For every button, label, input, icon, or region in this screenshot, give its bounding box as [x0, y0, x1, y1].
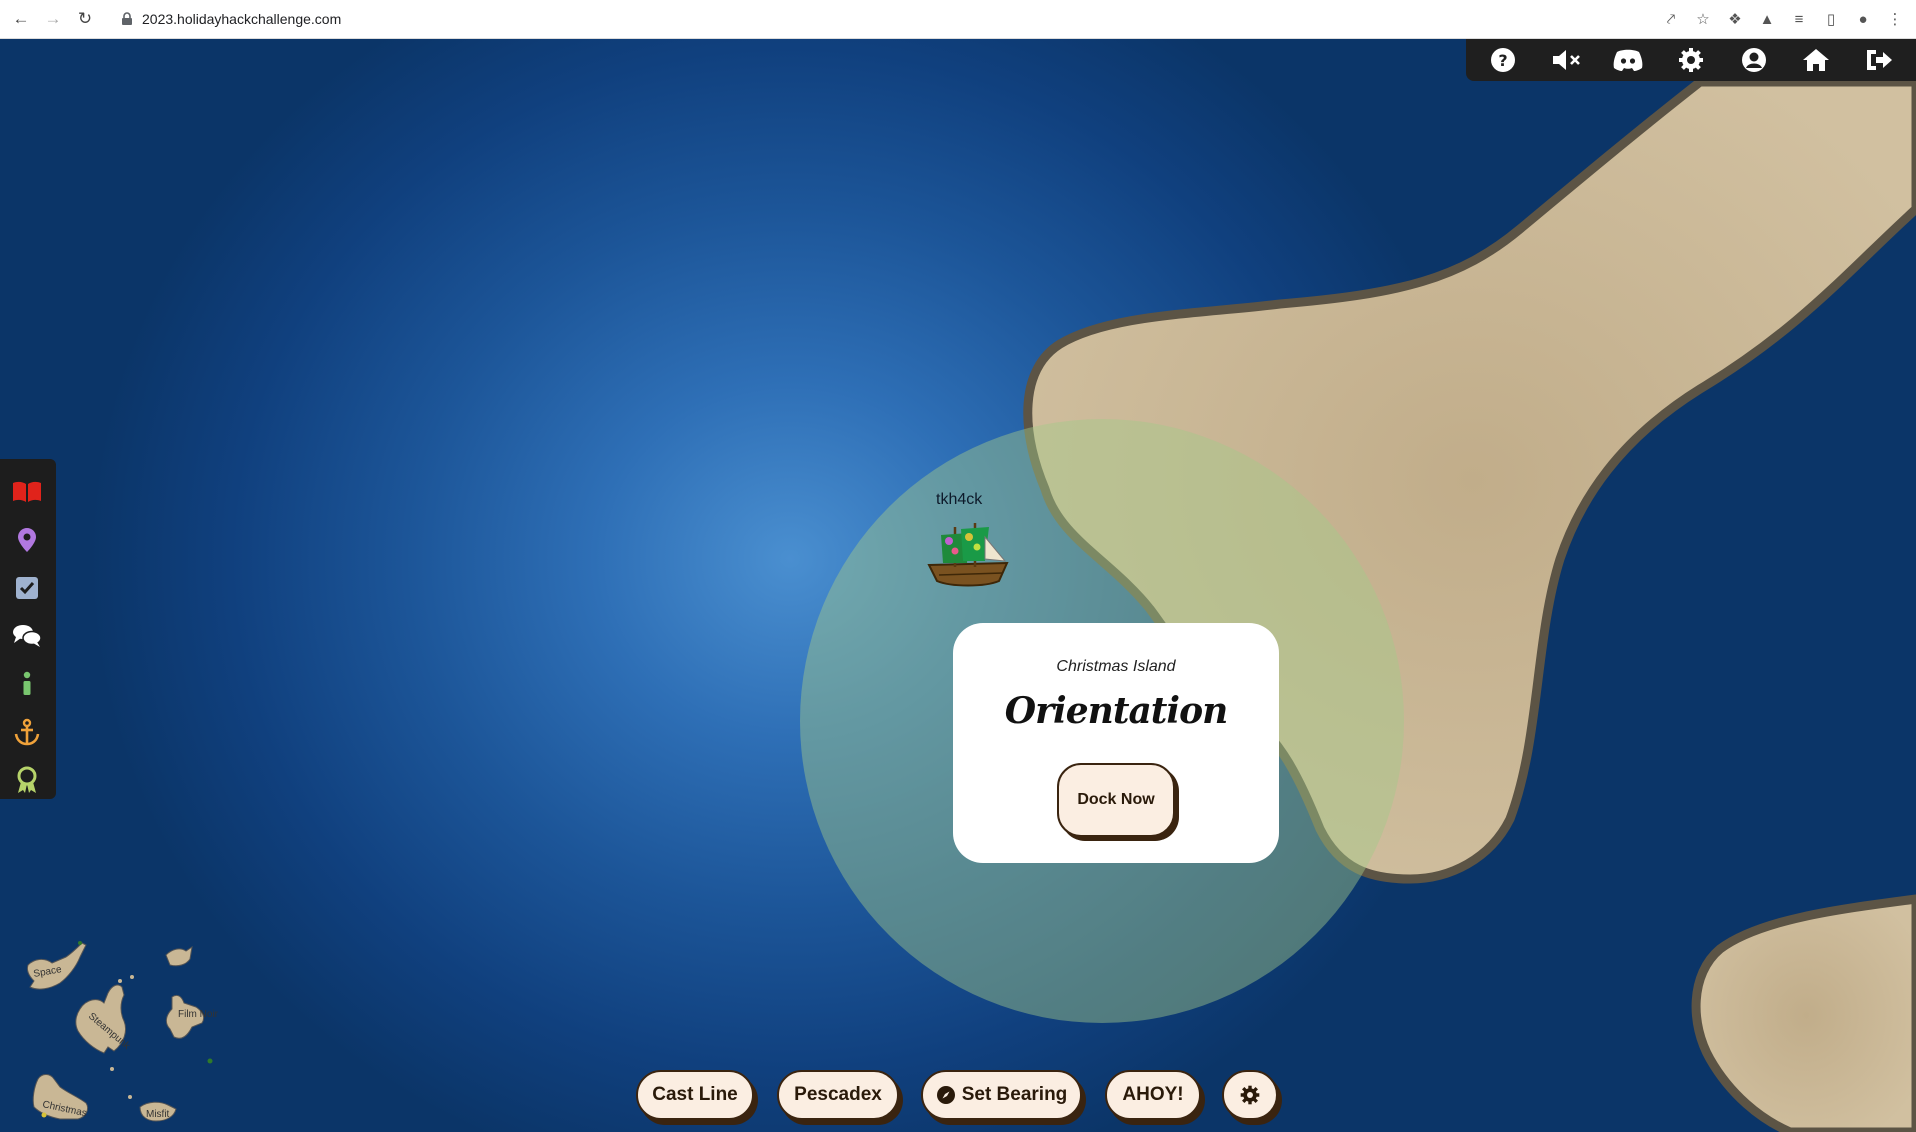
minimap-label-misfit: Misfit: [146, 1109, 170, 1120]
lock-icon: [122, 12, 132, 25]
game-viewport[interactable]: ? tkh4ck Christmas Island Orientation Do…: [0, 39, 1916, 1132]
chat-icon[interactable]: [12, 621, 42, 651]
achievements-icon[interactable]: [12, 765, 42, 795]
discord-icon[interactable]: [1608, 40, 1648, 80]
url-text: 2023.holidayhackchallenge.com: [142, 11, 342, 27]
extensions-icon[interactable]: ❖: [1722, 6, 1748, 32]
profile-icon[interactable]: [1734, 40, 1774, 80]
mute-icon[interactable]: [1546, 40, 1586, 80]
location-pin-icon[interactable]: [12, 525, 42, 555]
help-icon[interactable]: ?: [1483, 40, 1523, 80]
forward-icon[interactable]: →: [40, 6, 66, 32]
anchor-icon[interactable]: [12, 717, 42, 747]
browser-toolbar: ← → ↻ 2023.holidayhackchallenge.com ⤤ ☆ …: [0, 0, 1916, 39]
labs-icon[interactable]: ▲: [1754, 6, 1780, 32]
badge-book-icon[interactable]: [12, 477, 42, 507]
share-icon[interactable]: ⤤: [1658, 6, 1684, 32]
compass-icon: [936, 1086, 955, 1104]
minimap-label-film-noir: Film Noir: [178, 1009, 219, 1020]
side-panel-icon[interactable]: ▯: [1818, 6, 1844, 32]
reload-icon[interactable]: ↻: [72, 6, 98, 32]
back-icon[interactable]: ←: [8, 6, 34, 32]
home-icon[interactable]: [1796, 40, 1836, 80]
player-name: tkh4ck: [936, 491, 983, 508]
minimap[interactable]: Space Steampunk Film Noir Christmas Misf…: [20, 937, 260, 1132]
sail-settings-button[interactable]: [1222, 1070, 1278, 1120]
set-bearing-label: Set Bearing: [961, 1084, 1068, 1105]
set-bearing-button[interactable]: Set Bearing: [921, 1070, 1082, 1120]
logout-icon[interactable]: [1859, 40, 1899, 80]
island-landmass-lower: [1691, 894, 1916, 1132]
gear-icon: [1240, 1085, 1260, 1105]
cast-line-button[interactable]: Cast Line: [636, 1070, 754, 1120]
dock-now-button[interactable]: Dock Now: [1057, 763, 1175, 837]
settings-icon[interactable]: [1671, 40, 1711, 80]
dock-island-name: Christmas Island: [1056, 658, 1176, 675]
bookmark-star-icon[interactable]: ☆: [1690, 6, 1716, 32]
reading-list-icon[interactable]: ≡: [1786, 6, 1812, 32]
ahoy-button[interactable]: AHOY!: [1105, 1070, 1201, 1120]
objectives-check-icon[interactable]: [12, 573, 42, 603]
browser-menu-icon[interactable]: ⋮: [1882, 6, 1908, 32]
address-bar[interactable]: 2023.holidayhackchallenge.com: [108, 6, 1648, 32]
profile-avatar-icon[interactable]: ●: [1850, 6, 1876, 32]
info-icon[interactable]: [12, 669, 42, 699]
game-top-toolbar: ?: [1466, 39, 1916, 81]
dock-popup: Christmas Island Orientation Dock Now: [953, 623, 1279, 863]
svg-text:?: ?: [1499, 51, 1508, 70]
pescadex-button[interactable]: Pescadex: [777, 1070, 899, 1120]
ship-sprite[interactable]: [925, 515, 1011, 595]
left-sidebar: [0, 459, 56, 799]
dock-location-title: Orientation: [1004, 690, 1229, 732]
